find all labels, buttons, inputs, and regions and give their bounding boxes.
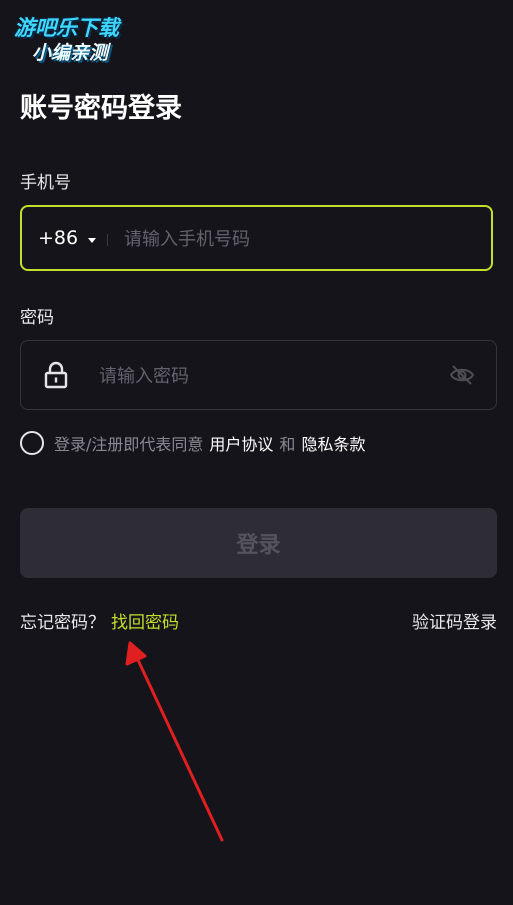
caret-down-icon[interactable]	[88, 238, 96, 243]
field-divider	[107, 234, 108, 246]
watermark-logo: 游吧乐下载 小编亲测	[8, 10, 148, 66]
country-code-selector[interactable]: +86	[38, 227, 78, 249]
sms-login-link[interactable]: 验证码登录	[412, 608, 497, 633]
forgot-password-text: 忘记密码？	[20, 613, 105, 633]
password-label: 密码	[20, 308, 54, 328]
lock-icon	[44, 361, 68, 389]
recover-password-link[interactable]: 找回密码	[111, 613, 179, 633]
phone-input[interactable]	[122, 222, 466, 256]
password-input[interactable]	[97, 359, 431, 393]
watermark-line2: 小编亲测	[32, 42, 109, 64]
phone-field[interactable]: +86	[20, 205, 493, 271]
agreement-conjunction: 和	[279, 435, 296, 454]
password-field[interactable]	[20, 340, 497, 410]
login-button[interactable]: 登录	[20, 508, 497, 578]
phone-label: 手机号	[20, 173, 71, 193]
page-title: 账号密码登录	[20, 93, 182, 124]
eye-off-icon[interactable]	[448, 361, 476, 389]
privacy-policy-link[interactable]: 隐私条款	[301, 431, 365, 455]
agreement-checkbox[interactable]	[20, 431, 44, 455]
user-agreement-link[interactable]: 用户协议	[209, 431, 273, 455]
forgot-password-row: 忘记密码？ 找回密码	[20, 608, 179, 633]
agreement-prefix: 登录/注册即代表同意	[54, 435, 204, 454]
agreement-row: 登录/注册即代表同意 用户协议 和 隐私条款	[20, 429, 371, 457]
